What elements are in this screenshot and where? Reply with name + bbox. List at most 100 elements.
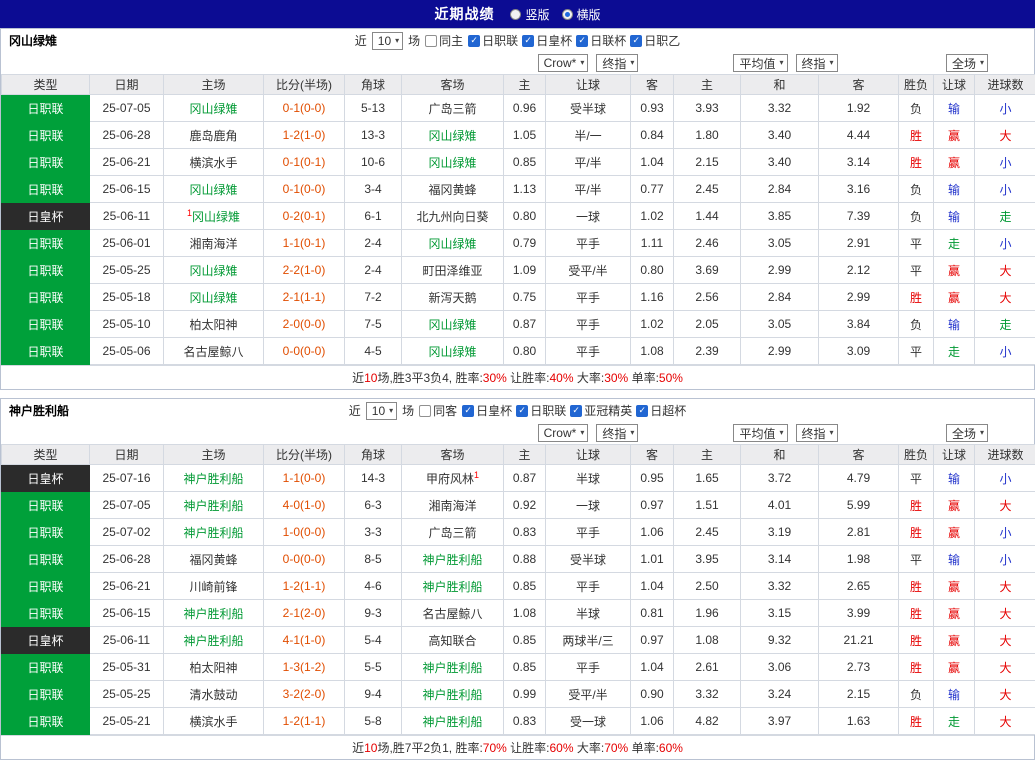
away-team-link[interactable]: 冈山绿雉: [428, 318, 476, 332]
table-row: 日皇杯 25-06-11 神户胜利船 4-1(1-0) 5-4 高知联合 0.8…: [2, 627, 1035, 654]
away-team-link[interactable]: 名古屋鲸八: [422, 607, 482, 621]
away-team-link[interactable]: 福冈黄蜂: [428, 183, 476, 197]
home-team-link[interactable]: 冈山绿雉: [189, 291, 237, 305]
home-team-link[interactable]: 神户胜利船: [183, 607, 243, 621]
away-team-link[interactable]: 神户胜利船: [422, 688, 482, 702]
corner-count: 9-4: [345, 681, 402, 708]
score: 4-1(1-0): [264, 627, 345, 654]
league-filter-2[interactable]: ✓日皇杯: [522, 32, 572, 49]
euro-home-odds: 1.51: [674, 492, 741, 519]
checkbox-unchecked-icon[interactable]: [419, 405, 431, 417]
table-row: 日皇杯 25-06-11 1冈山绿雉 0-2(0-1) 6-1 北九州向日葵 0…: [2, 203, 1035, 230]
corner-count: 9-3: [345, 600, 402, 627]
away-team-link[interactable]: 甲府风林: [426, 472, 474, 486]
checkbox-checked-icon[interactable]: ✓: [570, 405, 582, 417]
league-filter-2[interactable]: ✓日职联: [516, 402, 566, 419]
odds-period-select[interactable]: 终指▾: [596, 424, 638, 442]
radio-icon[interactable]: [510, 9, 521, 20]
table-row: 日职联 25-05-25 冈山绿雉 2-2(1-0) 2-4 町田泽维亚 1.0…: [2, 257, 1035, 284]
away-team-link[interactable]: 北九州向日葵: [416, 210, 488, 224]
away-team-link[interactable]: 冈山绿雉: [428, 345, 476, 359]
odds-period-select[interactable]: 终指▾: [596, 54, 638, 72]
away-team-link[interactable]: 町田泽维亚: [422, 264, 482, 278]
euro-odds-select[interactable]: 平均值▾: [733, 54, 787, 72]
away-team-cell: 冈山绿雉: [402, 338, 504, 365]
checkbox-checked-icon[interactable]: ✓: [630, 35, 642, 47]
euro-period-select[interactable]: 终指▾: [796, 54, 838, 72]
odds-company-select[interactable]: Crow*▾: [538, 424, 589, 442]
away-team-link[interactable]: 湘南海洋: [428, 499, 476, 513]
radio-icon[interactable]: [562, 9, 573, 20]
home-team-link[interactable]: 冈山绿雉: [192, 210, 240, 224]
home-team-link[interactable]: 神户胜利船: [183, 526, 243, 540]
away-team-link[interactable]: 神户胜利船: [422, 580, 482, 594]
score: 0-1(0-0): [264, 95, 345, 122]
match-result: 负: [899, 311, 934, 338]
home-team-link[interactable]: 鹿岛鹿角: [189, 129, 237, 143]
team-name[interactable]: 神户胜利船: [9, 399, 69, 422]
checkbox-checked-icon[interactable]: ✓: [522, 35, 534, 47]
home-team-link[interactable]: 冈山绿雉: [189, 264, 237, 278]
euro-home-odds: 2.46: [674, 230, 741, 257]
league-filter-4[interactable]: ✓日职乙: [630, 32, 680, 49]
checkbox-checked-icon[interactable]: ✓: [636, 405, 648, 417]
home-team-link[interactable]: 神户胜利船: [183, 499, 243, 513]
games-count-select[interactable]: 10▾: [366, 402, 397, 420]
scope-select[interactable]: 全场▾: [946, 424, 988, 442]
results-table: 类型日期主场比分(半场)角球客场主让球客主和客胜负让球进球数 日职联 25-07…: [1, 74, 1035, 365]
away-team-link[interactable]: 高知联合: [428, 634, 476, 648]
scope-select[interactable]: 全场▾: [946, 54, 988, 72]
home-team-link[interactable]: 神户胜利船: [183, 634, 243, 648]
league-badge: 日职联: [2, 681, 90, 708]
euro-away-odds: 1.92: [819, 95, 899, 122]
away-team-link[interactable]: 神户胜利船: [422, 715, 482, 729]
euro-draw-odds: 3.32: [741, 573, 819, 600]
same-venue-filter[interactable]: 同客: [419, 402, 457, 419]
layout-option-vertical[interactable]: 竖版: [510, 6, 549, 23]
away-team-link[interactable]: 冈山绿雉: [428, 156, 476, 170]
team-name[interactable]: 冈山绿雉: [9, 29, 57, 52]
layout-option-horizontal[interactable]: 横版: [562, 6, 601, 23]
home-team-link[interactable]: 冈山绿雉: [189, 183, 237, 197]
euro-odds-select[interactable]: 平均值▾: [733, 424, 787, 442]
away-team-link[interactable]: 冈山绿雉: [428, 237, 476, 251]
home-team-link[interactable]: 冈山绿雉: [189, 102, 237, 116]
checkbox-checked-icon[interactable]: ✓: [576, 35, 588, 47]
same-venue-filter[interactable]: 同主: [425, 32, 463, 49]
league-filter-3[interactable]: ✓日联杯: [576, 32, 626, 49]
games-count-select[interactable]: 10▾: [372, 32, 403, 50]
asia-away-odds: 0.84: [631, 122, 674, 149]
away-team-link[interactable]: 冈山绿雉: [428, 129, 476, 143]
filter-bar: 冈山绿雉 近 10▾ 场 同主 ✓日职联✓日皇杯✓日联杯✓日职乙: [1, 29, 1034, 52]
league-filter-4[interactable]: ✓日超杯: [636, 402, 686, 419]
handicap-result: 赢: [934, 654, 975, 681]
checkbox-checked-icon[interactable]: ✓: [462, 405, 474, 417]
home-team-link[interactable]: 柏太阳神: [189, 661, 237, 675]
near-label: 近: [355, 32, 367, 49]
checkbox-checked-icon[interactable]: ✓: [516, 405, 528, 417]
league-filter-1[interactable]: ✓日职联: [468, 32, 518, 49]
corner-count: 6-1: [345, 203, 402, 230]
home-team-link[interactable]: 横滨水手: [189, 715, 237, 729]
checkbox-checked-icon[interactable]: ✓: [468, 35, 480, 47]
away-team-link[interactable]: 新泻天鹅: [428, 291, 476, 305]
home-team-link[interactable]: 川崎前锋: [189, 580, 237, 594]
away-team-link[interactable]: 神户胜利船: [422, 553, 482, 567]
home-team-link[interactable]: 福冈黄蜂: [189, 553, 237, 567]
league-filter-1[interactable]: ✓日皇杯: [462, 402, 512, 419]
away-team-link[interactable]: 广岛三箭: [428, 526, 476, 540]
home-team-link[interactable]: 名古屋鲸八: [183, 345, 243, 359]
home-team-link[interactable]: 湘南海洋: [189, 237, 237, 251]
euro-away-odds: 5.99: [819, 492, 899, 519]
home-team-link[interactable]: 神户胜利船: [183, 472, 243, 486]
home-team-link[interactable]: 柏太阳神: [189, 318, 237, 332]
league-filter-3[interactable]: ✓亚冠精英: [570, 402, 632, 419]
euro-period-select[interactable]: 终指▾: [796, 424, 838, 442]
away-team-link[interactable]: 神户胜利船: [422, 661, 482, 675]
home-team-link[interactable]: 横滨水手: [189, 156, 237, 170]
odds-company-select[interactable]: Crow*▾: [538, 54, 589, 72]
checkbox-unchecked-icon[interactable]: [425, 35, 437, 47]
home-team-link[interactable]: 清水鼓动: [189, 688, 237, 702]
away-team-link[interactable]: 广岛三箭: [428, 102, 476, 116]
goals-result: 大: [975, 573, 1035, 600]
